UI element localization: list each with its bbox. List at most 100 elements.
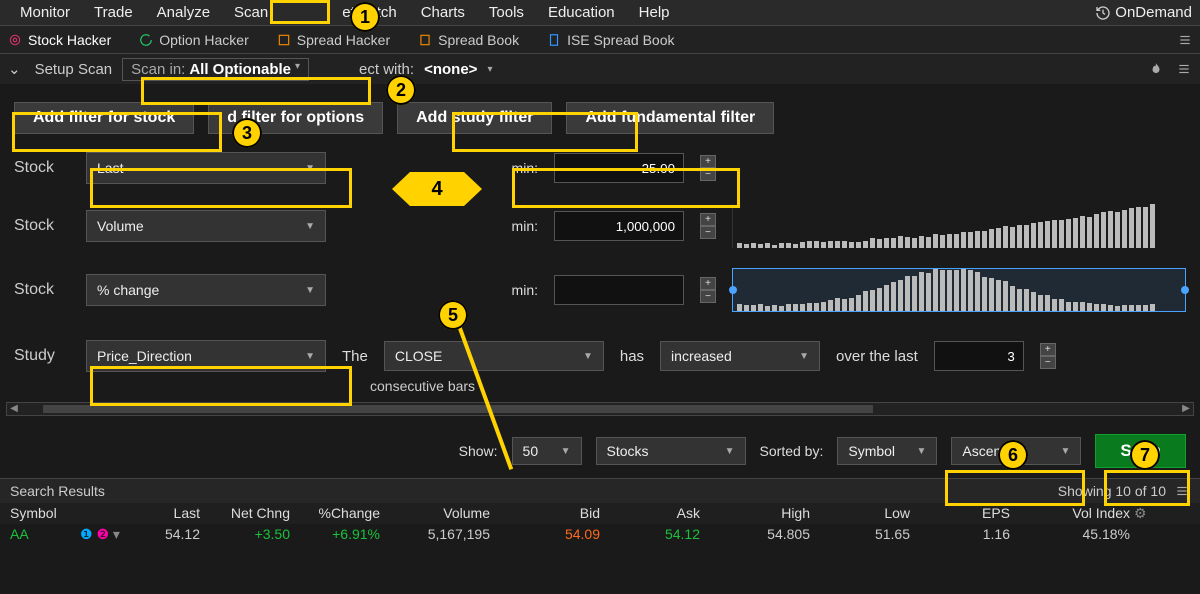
stepper-pctchange[interactable]: + − — [700, 277, 716, 303]
tab-spread-book-label: Spread Book — [438, 32, 519, 48]
tab-spread-hacker-label: Spread Hacker — [297, 32, 390, 48]
col-volume[interactable]: Volume — [380, 505, 490, 522]
add-study-filter-button[interactable]: Add study filter — [397, 102, 552, 134]
chevron-down-icon[interactable]: ⌄ — [8, 60, 21, 78]
stepper-volume[interactable]: + − — [700, 213, 716, 239]
setup-scan-label: Setup Scan — [35, 61, 113, 78]
list-icon[interactable] — [1176, 62, 1192, 76]
info-icon[interactable]: ❶ — [80, 526, 93, 542]
bars-count-input[interactable] — [934, 341, 1024, 371]
col-last[interactable]: Last — [130, 505, 200, 522]
alert-icon[interactable]: ❷ — [96, 526, 109, 542]
step-up-icon[interactable]: + — [700, 155, 716, 168]
min-input-last[interactable] — [554, 153, 684, 183]
horizontal-scrollbar[interactable]: ◀ ▶ — [6, 402, 1194, 416]
min-input-volume[interactable] — [554, 211, 684, 241]
chevron-down-icon[interactable]: ▾ — [113, 526, 120, 542]
histogram-pctchange[interactable] — [732, 268, 1186, 312]
step-up-icon[interactable]: + — [700, 213, 716, 226]
step-up-icon[interactable]: + — [1040, 343, 1056, 356]
col-ask[interactable]: Ask — [600, 505, 700, 522]
list-icon[interactable] — [1174, 484, 1190, 498]
table-row[interactable]: AA ❶ ❷ ▾ 54.12 +3.50 +6.91% 5,167,195 54… — [0, 524, 1200, 545]
col-high[interactable]: High — [700, 505, 810, 522]
field-value: % change — [97, 282, 159, 298]
cell-eps: 1.16 — [910, 526, 1010, 543]
menu-help[interactable]: Help — [627, 2, 682, 23]
tab-option-hacker[interactable]: Option Hacker — [139, 32, 248, 48]
min-input-pctchange[interactable] — [554, 275, 684, 305]
field-dropdown-last[interactable]: Last▼ — [86, 152, 326, 184]
step-down-icon[interactable]: − — [1040, 356, 1056, 369]
ondemand-button[interactable]: OnDemand — [1095, 4, 1192, 21]
filter-row-last: Stock Last▼ min: + − — [0, 142, 1200, 194]
study-has-label: has — [620, 348, 644, 365]
menu-scan[interactable]: Scan — [222, 2, 280, 23]
menu-education[interactable]: Education — [536, 2, 627, 23]
stepper-last[interactable]: + − — [700, 155, 716, 181]
price-type-value: CLOSE — [395, 348, 442, 364]
col-netchng[interactable]: Net Chng — [200, 505, 290, 522]
show-type-dropdown[interactable]: Stocks▼ — [596, 437, 746, 465]
study-the-label: The — [342, 348, 368, 365]
cell-bid: 54.09 — [490, 526, 600, 543]
filter-row-study: Study Price_Direction▼ The CLOSE▼ has in… — [0, 322, 1200, 382]
tab-stock-hacker[interactable]: Stock Hacker — [8, 32, 111, 48]
col-volindex[interactable]: Vol Index — [1010, 505, 1130, 522]
sort-column-dropdown[interactable]: Symbol▼ — [837, 437, 937, 465]
direction-dropdown[interactable]: increased▼ — [660, 341, 820, 371]
menu-trade[interactable]: Trade — [82, 2, 145, 23]
menu-monitor[interactable]: Monitor — [8, 2, 82, 23]
annotation-number-5: 5 — [438, 300, 468, 330]
scan-in-dropdown[interactable]: Scan in: All Optionable ▾ — [122, 58, 309, 81]
flame-icon[interactable] — [1148, 62, 1164, 76]
cell-volume: 5,167,195 — [380, 526, 490, 543]
study-dropdown[interactable]: Price_Direction▼ — [86, 340, 326, 372]
scroll-thumb[interactable] — [43, 405, 873, 413]
row-label: Stock — [14, 217, 70, 235]
caret-icon: ▾ — [295, 61, 300, 78]
gear-icon[interactable]: ⚙ — [1134, 505, 1147, 522]
field-dropdown-volume[interactable]: Volume▼ — [86, 210, 326, 242]
target-icon — [8, 33, 22, 47]
slider-handle-right[interactable] — [1181, 286, 1189, 294]
col-bid[interactable]: Bid — [490, 505, 600, 522]
step-down-icon[interactable]: − — [700, 226, 716, 239]
tab-ise-spread-book[interactable]: ISE Spread Book — [547, 32, 674, 48]
scroll-left-icon[interactable]: ◀ — [7, 403, 21, 415]
field-dropdown-pctchange[interactable]: % change▼ — [86, 274, 326, 306]
tab-stock-hacker-label: Stock Hacker — [28, 32, 111, 48]
stepper-bars[interactable]: + − — [1040, 343, 1056, 369]
add-stock-filter-button[interactable]: Add filter for stock — [14, 102, 194, 134]
field-value: Volume — [97, 218, 144, 234]
search-results-header: Search Results Showing 10 of 10 — [0, 478, 1200, 503]
min-label: min: — [498, 160, 538, 176]
step-down-icon[interactable]: − — [700, 168, 716, 181]
menu-charts[interactable]: Charts — [409, 2, 477, 23]
col-eps[interactable]: EPS — [910, 505, 1010, 522]
menu-tools[interactable]: Tools — [477, 2, 536, 23]
col-low[interactable]: Low — [810, 505, 910, 522]
slider-handle-left[interactable] — [729, 286, 737, 294]
annotation-number-3: 3 — [232, 118, 262, 148]
search-results-title: Search Results — [10, 483, 105, 499]
min-label: min: — [498, 218, 538, 234]
row-label: Stock — [14, 159, 70, 177]
show-count-dropdown[interactable]: 50▼ — [512, 437, 582, 465]
menu-analyze[interactable]: Analyze — [145, 2, 222, 23]
histogram-volume[interactable] — [732, 204, 1186, 248]
step-down-icon[interactable]: − — [700, 290, 716, 303]
scan-in-label: Scan in: — [131, 61, 185, 78]
add-fundamental-filter-button[interactable]: Add fundamental filter — [566, 102, 774, 134]
cell-last: 54.12 — [130, 526, 200, 543]
tab-spread-book[interactable]: Spread Book — [418, 32, 519, 48]
intersect-value[interactable]: <none> — [424, 61, 477, 78]
col-symbol[interactable]: Symbol — [10, 505, 80, 522]
scroll-right-icon[interactable]: ▶ — [1179, 403, 1193, 415]
row-label: Stock — [14, 281, 70, 299]
step-up-icon[interactable]: + — [700, 277, 716, 290]
list-icon[interactable] — [1178, 33, 1192, 47]
tab-spread-hacker[interactable]: Spread Hacker — [277, 32, 390, 48]
price-type-dropdown[interactable]: CLOSE▼ — [384, 341, 604, 371]
col-pctchange[interactable]: %Change — [290, 505, 380, 522]
